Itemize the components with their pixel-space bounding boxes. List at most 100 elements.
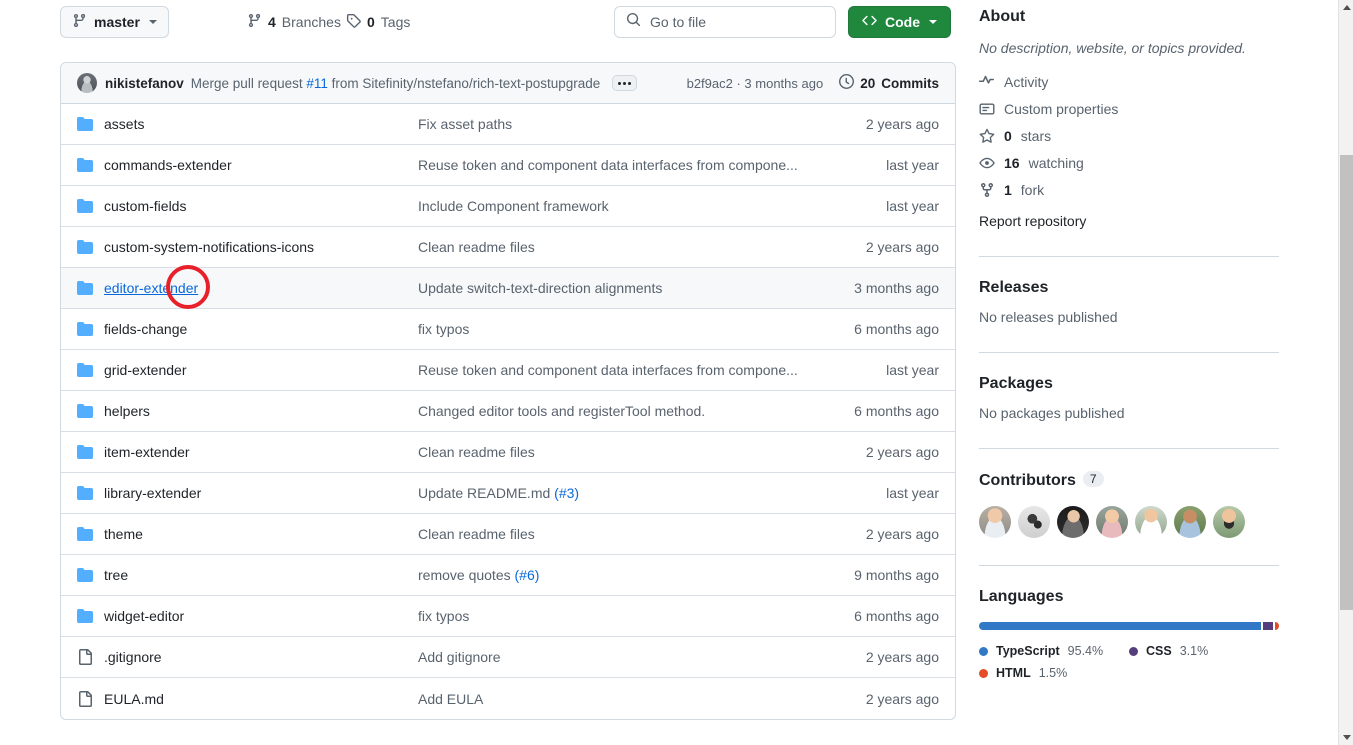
commit-pr-link[interactable]: (#3) — [554, 485, 579, 501]
file-name-link[interactable]: custom-fields — [104, 198, 418, 214]
tag-icon — [346, 13, 361, 31]
contributor-avatar[interactable] — [1096, 506, 1128, 539]
dot — [618, 81, 622, 85]
file-name-link[interactable]: tree — [104, 567, 418, 583]
about-item-count: 1 — [1004, 182, 1012, 199]
file-name-link[interactable]: item-extender — [104, 444, 418, 460]
releases-empty-text: No releases published — [979, 309, 1118, 326]
table-row[interactable]: assets Fix asset paths 2 years ago — [61, 104, 955, 145]
tags-link[interactable]: 0 Tags — [346, 13, 410, 31]
commit-message[interactable]: Merge pull request #11 from Sitefinity/n… — [191, 76, 600, 91]
file-name-link[interactable]: .gitignore — [104, 649, 418, 665]
table-row[interactable]: fields-change fix typos 6 months ago — [61, 309, 955, 350]
branches-link[interactable]: 4 Branches — [247, 13, 341, 31]
contributor-avatar[interactable] — [1018, 506, 1050, 539]
scroll-down-arrow-icon[interactable] — [1339, 730, 1353, 745]
about-item-activity[interactable]: Activity — [979, 74, 1279, 90]
file-commit-message[interactable]: Update README.md (#3) — [418, 485, 886, 501]
packages-section: Packages No packages published — [979, 352, 1279, 421]
expand-commit-message-button[interactable] — [612, 75, 638, 91]
file-commit-message[interactable]: Clean readme files — [418, 444, 866, 460]
file-commit-age: 6 months ago — [854, 608, 939, 624]
tags-label: Tags — [380, 14, 411, 30]
contributors-section: Contributors 7 — [979, 448, 1279, 539]
file-commit-message[interactable]: Clean readme files — [418, 239, 866, 255]
table-row[interactable]: custom-system-notifications-icons Clean r… — [61, 227, 955, 268]
file-commit-message[interactable]: Fix asset paths — [418, 116, 866, 132]
scroll-up-arrow-icon[interactable] — [1339, 0, 1353, 15]
commits-history-link[interactable]: 20 Commits — [839, 74, 939, 92]
go-to-file-placeholder: Go to file — [650, 14, 707, 30]
about-item-count: 16 — [1004, 155, 1020, 172]
file-name-link[interactable]: assets — [104, 116, 418, 132]
file-commit-message[interactable]: Add gitignore — [418, 649, 866, 665]
table-row[interactable]: tree remove quotes (#6) 9 months ago — [61, 555, 955, 596]
about-item-stars[interactable]: 0 stars — [979, 128, 1279, 144]
table-row[interactable]: widget-editor fix typos 6 months ago — [61, 596, 955, 637]
contributor-avatar[interactable] — [1135, 506, 1167, 539]
contributor-avatar[interactable] — [1174, 506, 1206, 539]
file-commit-message[interactable]: fix typos — [418, 321, 854, 337]
table-row[interactable]: EULA.md Add EULA 2 years ago — [61, 678, 955, 719]
table-row[interactable]: grid-extender Reuse token and component d… — [61, 350, 955, 391]
table-row[interactable]: helpers Changed editor tools and register… — [61, 391, 955, 432]
file-commit-message[interactable]: fix typos — [418, 608, 854, 624]
commit-sha-and-time[interactable]: b2f9ac2 · 3 months ago — [687, 76, 824, 91]
file-commit-message[interactable]: Update switch-text-direction alignments — [418, 280, 854, 296]
contributor-avatar[interactable] — [979, 506, 1011, 539]
branch-name: master — [94, 14, 140, 30]
file-commit-message[interactable]: Include Component framework — [418, 198, 886, 214]
file-name-link[interactable]: commands-extender — [104, 157, 418, 173]
vertical-scrollbar[interactable] — [1338, 0, 1353, 745]
file-commit-message[interactable]: Clean readme files — [418, 526, 866, 542]
file-name-link[interactable]: fields-change — [104, 321, 418, 337]
table-row[interactable]: editor-extender Update switch-text-direct… — [61, 268, 955, 309]
commit-author[interactable]: nikistefanov — [105, 76, 184, 91]
file-name-link[interactable]: editor-extender — [104, 280, 418, 296]
about-item-custom-properties[interactable]: Custom properties — [979, 101, 1279, 117]
branch-selector-button[interactable]: master — [60, 6, 169, 38]
pull-request-link[interactable]: #11 — [306, 76, 328, 91]
file-commit-age: 9 months ago — [854, 567, 939, 583]
file-name-link[interactable]: custom-system-notifications-icons — [104, 239, 418, 255]
contributor-avatar[interactable] — [1213, 506, 1245, 539]
avatar[interactable] — [77, 73, 97, 93]
go-to-file-input[interactable]: Go to file — [614, 6, 836, 38]
file-commit-message[interactable]: Changed editor tools and registerTool me… — [418, 403, 854, 419]
language-color-dot — [979, 668, 988, 678]
file-commit-age: last year — [886, 157, 939, 173]
file-commit-message[interactable]: remove quotes (#6) — [418, 567, 854, 583]
custom-properties-icon — [979, 101, 995, 117]
table-row[interactable]: custom-fields Include Component framework… — [61, 186, 955, 227]
file-commit-message[interactable]: Reuse token and component data interface… — [418, 362, 886, 378]
about-item-watching[interactable]: 16 watching — [979, 155, 1279, 171]
languages-section: Languages TypeScript 95.4% CSS 3.1% HTML 1.5% — [979, 565, 1279, 680]
folder-icon — [77, 198, 93, 214]
file-name-link[interactable]: theme — [104, 526, 418, 542]
table-row[interactable]: commands-extender Reuse token and compone… — [61, 145, 955, 186]
language-legend-item[interactable]: HTML 1.5% — [979, 666, 1129, 680]
file-name-link[interactable]: library-extender — [104, 485, 418, 501]
table-row[interactable]: library-extender Update README.md (#3) las… — [61, 473, 955, 514]
table-row[interactable]: .gitignore Add gitignore 2 years ago — [61, 637, 955, 678]
file-commit-message[interactable]: Add EULA — [418, 691, 866, 707]
file-name-link[interactable]: EULA.md — [104, 691, 418, 707]
table-row[interactable]: theme Clean readme files 2 years ago — [61, 514, 955, 555]
folder-icon — [77, 485, 93, 501]
file-name-link[interactable]: widget-editor — [104, 608, 418, 624]
report-repository-link[interactable]: Report repository — [979, 213, 1279, 229]
commit-pr-link[interactable]: (#6) — [515, 567, 540, 583]
language-name: CSS — [1146, 644, 1172, 659]
file-name-link[interactable]: helpers — [104, 403, 418, 419]
file-commit-age: 6 months ago — [854, 321, 939, 337]
table-row[interactable]: item-extender Clean readme files 2 years a… — [61, 432, 955, 473]
file-name-link[interactable]: grid-extender — [104, 362, 418, 378]
about-item-fork[interactable]: 1 fork — [979, 182, 1279, 198]
file-commit-message[interactable]: Reuse token and component data interface… — [418, 157, 886, 173]
code-button[interactable]: Code — [848, 6, 951, 38]
scrollbar-thumb[interactable] — [1340, 155, 1353, 610]
file-commit-age: 2 years ago — [865, 239, 939, 255]
language-legend-item[interactable]: CSS 3.1% — [1129, 644, 1279, 658]
contributor-avatar[interactable] — [1057, 506, 1089, 539]
language-legend-item[interactable]: TypeScript 95.4% — [979, 644, 1129, 658]
